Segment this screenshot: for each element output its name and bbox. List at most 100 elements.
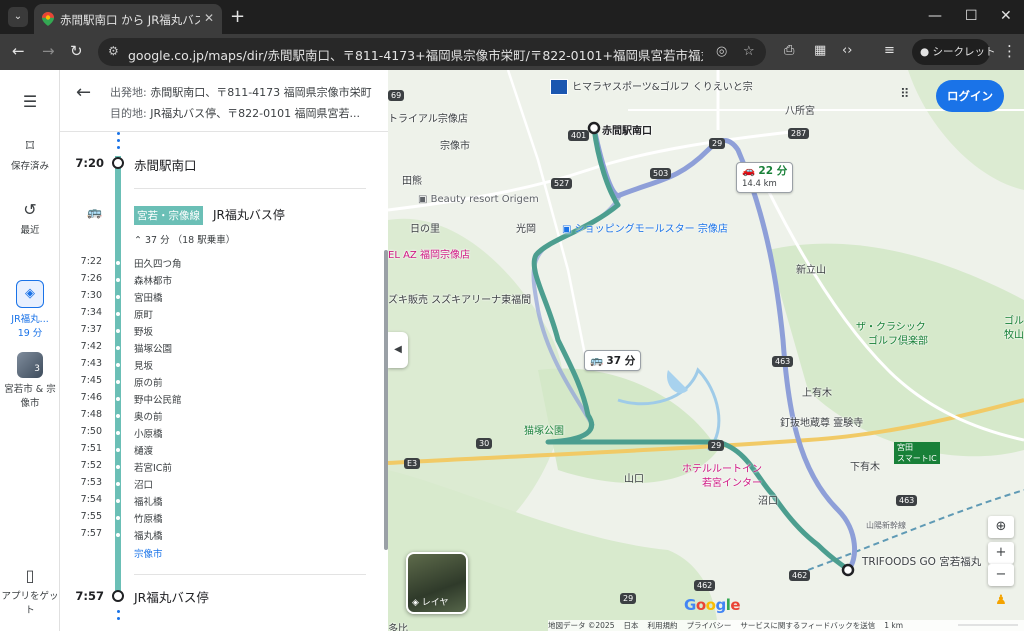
stop-name[interactable]: 福礼橋 bbox=[134, 494, 163, 508]
stop-name[interactable]: 沼口 bbox=[134, 477, 153, 491]
map-label[interactable]: 猫塚公園 bbox=[524, 422, 564, 437]
map-label[interactable]: ▣ ショッピングモールスター 宗像店 bbox=[562, 220, 728, 235]
address-bar[interactable]: ⚙ google.co.jp/maps/dir/赤間駅南口、〒811-4173+… bbox=[98, 38, 766, 66]
map-label[interactable]: 宮田 スマートIC bbox=[894, 442, 940, 464]
stop-name[interactable]: 野坂 bbox=[134, 324, 153, 338]
map-label[interactable]: 宗像市 bbox=[440, 137, 470, 152]
layers-button[interactable]: ◈ レイヤ bbox=[406, 552, 468, 614]
stop-time: 7:22 bbox=[80, 256, 102, 267]
footer-link[interactable]: 地図データ ©2025 bbox=[548, 621, 614, 630]
code-icon[interactable]: ‹› bbox=[842, 43, 852, 58]
depart-stop[interactable]: 赤間駅南口 bbox=[134, 155, 197, 174]
stop-name[interactable]: 森林都市 bbox=[134, 273, 172, 287]
footer-link[interactable]: サービスに関するフィードバックを送信 bbox=[740, 621, 875, 630]
maximize-icon[interactable]: ☐ bbox=[965, 8, 978, 24]
collapse-panel-button[interactable]: ◀ bbox=[388, 332, 408, 368]
map-label[interactable]: ザ・クラシック bbox=[856, 318, 926, 333]
map-label[interactable]: 牧山 bbox=[1004, 326, 1024, 341]
saved-button[interactable]: ⌑ 保存済み bbox=[0, 136, 60, 172]
map-label[interactable]: 田熊 bbox=[402, 172, 422, 187]
browser-tab[interactable]: 赤間駅南口 から JR福丸バス停 - G ✕ bbox=[34, 4, 222, 34]
footer-link[interactable]: 利用規約 bbox=[647, 621, 677, 630]
google-apps-icon[interactable]: ⠿ bbox=[900, 87, 910, 102]
map-canvas[interactable]: 69 401 503 527 29 287 463 29 463 462 462… bbox=[388, 70, 1024, 631]
zoom-in-button[interactable]: + bbox=[988, 542, 1014, 564]
map-label[interactable]: トライアル宗像店 bbox=[388, 110, 468, 125]
reading-list-icon[interactable]: ≡ bbox=[884, 43, 895, 58]
minimize-icon[interactable]: — bbox=[928, 8, 942, 24]
zoom-out-button[interactable]: − bbox=[988, 564, 1014, 586]
map-label[interactable]: ヒマラヤスポーツ&ゴルフ くりえいと宗 bbox=[550, 78, 753, 95]
map-label[interactable]: 八所宮 bbox=[785, 102, 815, 117]
stop-name[interactable]: 宮田橋 bbox=[134, 290, 163, 304]
map-label[interactable]: 沼口 bbox=[758, 492, 778, 507]
stop-name[interactable]: 竹原橋 bbox=[134, 511, 163, 525]
stop-name[interactable]: 野中公民館 bbox=[134, 392, 182, 406]
my-location-button[interactable]: ⊕ bbox=[988, 516, 1014, 538]
footer-link[interactable]: 日本 bbox=[623, 621, 638, 630]
stop-name[interactable]: 樋渡 bbox=[134, 443, 153, 457]
bus-route-callout[interactable]: 🚌 37 分 bbox=[584, 350, 642, 371]
map-label[interactable]: 山口 bbox=[624, 470, 644, 485]
map-label[interactable]: 若宮インター bbox=[702, 474, 762, 489]
stop-name[interactable]: 見坂 bbox=[134, 358, 153, 372]
back-arrow-icon[interactable]: ← bbox=[76, 82, 91, 103]
map-label[interactable]: 上有木 bbox=[802, 384, 832, 399]
map-label[interactable]: ホテルルートイン bbox=[682, 460, 762, 475]
print-icon[interactable]: ⎙ bbox=[784, 43, 794, 58]
map-label[interactable]: 釘抜地蔵尊 霊験寺 bbox=[780, 414, 863, 429]
back-icon[interactable]: ← bbox=[12, 42, 25, 60]
login-button[interactable]: ログイン bbox=[936, 80, 1004, 112]
incognito-indicator[interactable]: ● シークレット bbox=[912, 39, 996, 65]
reload-icon[interactable]: ↻ bbox=[70, 42, 83, 60]
recent-place-button[interactable]: 3 宮若市 & 宗像市 bbox=[0, 352, 60, 409]
stop-name[interactable]: 若宮IC前 bbox=[134, 460, 172, 474]
car-route-callout[interactable]: 🚗 22 分 14.4 km bbox=[736, 162, 794, 193]
tab-close-icon[interactable]: ✕ bbox=[204, 11, 214, 25]
bookmark-star-icon[interactable]: ☆ bbox=[743, 44, 755, 59]
map-label[interactable]: ゴルフ bbox=[1004, 312, 1024, 327]
get-app-button[interactable]: ▯ アプリをゲット bbox=[0, 566, 60, 616]
car-icon: 🚗 bbox=[742, 165, 759, 177]
url-text[interactable]: google.co.jp/maps/dir/赤間駅南口、〒811-4173+福岡… bbox=[128, 45, 703, 64]
map-label[interactable]: ▣ Beauty resort Origem bbox=[418, 194, 539, 205]
stop-name[interactable]: 原町 bbox=[134, 307, 153, 321]
new-tab-icon[interactable]: + bbox=[230, 6, 245, 27]
stop-name[interactable]: 小原橋 bbox=[134, 426, 163, 440]
recent-button[interactable]: ↺ 最近 bbox=[0, 200, 60, 236]
tab-search-icon[interactable]: ⌄ bbox=[8, 7, 28, 27]
map-label[interactable]: 日の里 bbox=[410, 220, 440, 235]
footer-link[interactable]: プライバシー bbox=[686, 621, 731, 630]
map-label[interactable]: EL AZ 福岡宗像店 bbox=[388, 246, 470, 261]
map-label[interactable]: ゴルフ倶楽部 bbox=[868, 332, 928, 347]
active-route-button[interactable]: ◈ JR福丸... 19 分 bbox=[0, 280, 60, 339]
tracking-off-icon[interactable]: ◎ bbox=[716, 44, 727, 59]
more-stops-link[interactable]: 宗像市 bbox=[134, 546, 163, 560]
stop-name[interactable]: 田久四つ角 bbox=[134, 256, 182, 270]
arrive-stop[interactable]: JR福丸バス停 bbox=[134, 587, 209, 606]
pegman-button[interactable]: ♟ bbox=[988, 590, 1014, 612]
line-badge[interactable]: 宮若・宗像線 bbox=[134, 206, 203, 225]
close-window-icon[interactable]: ✕ bbox=[1000, 8, 1012, 24]
map-label[interactable]: 光岡 bbox=[516, 220, 536, 235]
map-label[interactable]: 下有木 bbox=[850, 458, 880, 473]
map-label[interactable]: 新立山 bbox=[796, 261, 826, 276]
hamburger-menu-button[interactable]: ☰ bbox=[0, 92, 60, 114]
destination-map-label[interactable]: TRIFOODS GO 宮若福丸 bbox=[862, 554, 981, 569]
map-label[interactable]: ズキ販売 スズキアリーナ東福間 bbox=[388, 291, 531, 306]
stop-name[interactable]: 原の前 bbox=[134, 375, 163, 389]
footer-link[interactable]: 1 km bbox=[884, 621, 903, 630]
map-label[interactable]: 山陽新幹線 bbox=[866, 520, 906, 531]
stop-time: 7:37 bbox=[80, 324, 102, 335]
qr-code-icon[interactable]: ▦ bbox=[814, 43, 826, 58]
stop-name[interactable]: 猫塚公園 bbox=[134, 341, 172, 355]
site-info-icon[interactable]: ⚙ bbox=[108, 44, 119, 58]
browser-menu-icon[interactable]: ⋮ bbox=[1002, 42, 1017, 60]
stop-name[interactable]: 福丸橋 bbox=[134, 528, 163, 542]
map-label[interactable]: 多比 bbox=[388, 620, 408, 631]
forward-icon[interactable]: → bbox=[42, 42, 55, 60]
bus-icon: 🚌 bbox=[87, 205, 102, 219]
stop-name[interactable]: 奥の前 bbox=[134, 409, 163, 423]
ride-info-toggle[interactable]: ⌃ 37 分 （18 駅乗車） bbox=[134, 232, 235, 246]
origin-map-label[interactable]: 赤間駅南口 bbox=[602, 122, 652, 137]
